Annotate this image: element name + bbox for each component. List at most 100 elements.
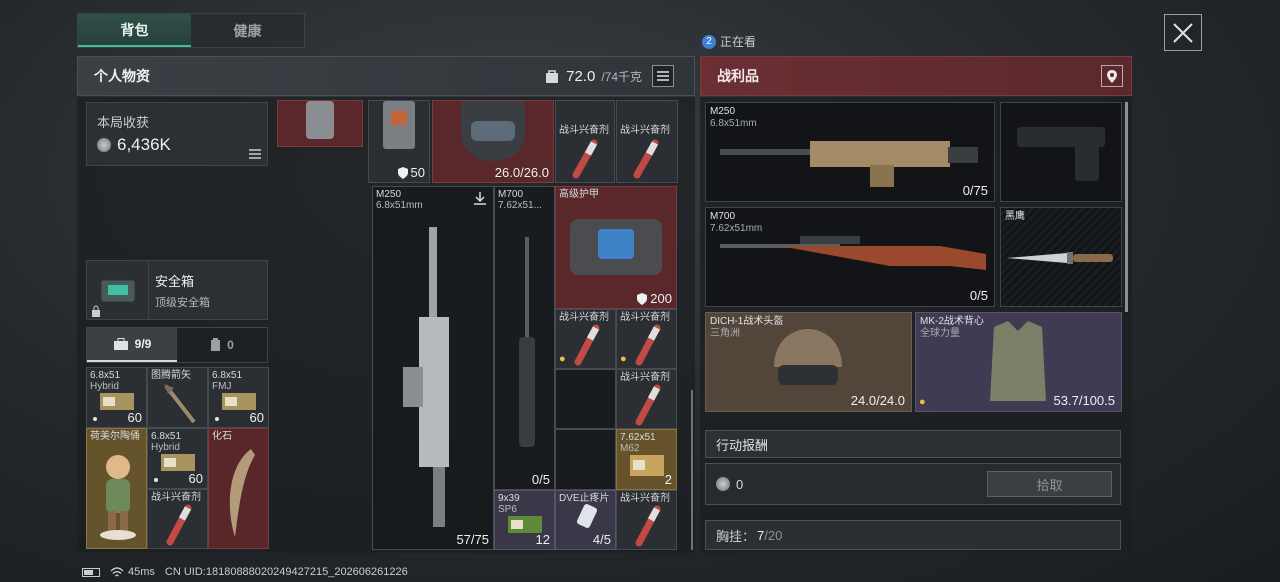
empty-slot[interactable] bbox=[555, 429, 616, 490]
item-count: 2 bbox=[664, 472, 672, 487]
helmet-item[interactable]: 26.0/26.0 bbox=[432, 100, 554, 183]
pocket-item[interactable]: 6.8x51 Hybrid 60 bbox=[86, 367, 147, 428]
loot-m250[interactable]: M250 6.8x51mm 0/75 bbox=[705, 102, 995, 202]
list-view-button[interactable] bbox=[652, 65, 674, 87]
syringe-icon bbox=[635, 384, 661, 426]
harvest-value: 6,436K bbox=[117, 135, 171, 154]
item-name: M700 bbox=[498, 189, 524, 200]
safebox-type: 顶级安全箱 bbox=[155, 296, 210, 309]
m250-item[interactable]: M250 6.8x51mm 57/75 bbox=[372, 186, 494, 550]
item-name: 6.8x51 bbox=[212, 370, 243, 381]
shield-icon bbox=[637, 292, 648, 305]
item-count: 60 bbox=[127, 410, 142, 425]
item-name: 战斗兴奋剂 bbox=[559, 125, 609, 136]
item-ammo-count: 0/5 bbox=[969, 288, 988, 303]
fossil-claw-icon bbox=[229, 449, 255, 537]
chest-rig-row[interactable]: 胸挂： 7 /20 bbox=[705, 520, 1121, 550]
pocket-item[interactable]: 战斗兴奋剂 bbox=[147, 489, 208, 549]
battery-icon bbox=[82, 567, 100, 577]
stim-item[interactable]: 战斗兴奋剂 bbox=[616, 369, 677, 429]
operation-reward-row: 0 拾取 bbox=[705, 463, 1121, 505]
armor-plate-icon bbox=[383, 101, 415, 149]
subtab-canister-label: 0 bbox=[227, 338, 234, 352]
vest-item[interactable] bbox=[277, 100, 363, 147]
loot-dich1-helmet[interactable]: DICH-1战术头盔 三角洲 24.0/24.0 bbox=[705, 312, 912, 412]
stim-item[interactable]: 战斗兴奋剂 bbox=[616, 100, 678, 183]
chest-rig-label: 胸挂： bbox=[716, 528, 756, 544]
item-caliber: 7.62x51... bbox=[498, 200, 542, 211]
operation-reward-header: 行动报酬 bbox=[705, 430, 1121, 458]
list-icon bbox=[657, 71, 669, 81]
pocket-subtabs: 9/9 0 bbox=[86, 327, 268, 363]
subtab-canister[interactable]: 0 bbox=[177, 328, 267, 362]
pickup-button[interactable]: 拾取 bbox=[987, 471, 1112, 497]
stim-item[interactable]: 战斗兴奋剂 bbox=[616, 490, 677, 550]
backpack-armor-item[interactable]: 50 bbox=[368, 100, 430, 183]
empty-slot[interactable] bbox=[555, 369, 616, 429]
top-tabs: 背包 健康 bbox=[77, 13, 305, 48]
loot-scrollbar[interactable] bbox=[1125, 102, 1128, 312]
pocket-item[interactable]: 化石 bbox=[208, 428, 269, 549]
safebox-name: 安全箱 bbox=[155, 273, 195, 289]
armor-value-text: 50 bbox=[410, 165, 425, 180]
item-ammo-count: 0/5 bbox=[531, 472, 550, 487]
pocket-item[interactable]: 6.8x51 FMJ 60 bbox=[208, 367, 269, 428]
stim-item[interactable]: 战斗兴奋剂 bbox=[555, 100, 615, 183]
item-name: 7.62x51 bbox=[620, 432, 656, 443]
ammo-939-item[interactable]: 9x39 SP6 12 bbox=[494, 490, 555, 550]
dve-painkiller-item[interactable]: DVE止疼片 4/5 bbox=[555, 490, 616, 550]
m700-item[interactable]: M700 7.62x51... 0/5 bbox=[494, 186, 555, 490]
watcher-count-badge: 2 bbox=[702, 34, 716, 49]
close-button[interactable] bbox=[1164, 14, 1202, 51]
item-name: 战斗兴奋剂 bbox=[620, 125, 670, 136]
ammo-box-icon bbox=[222, 393, 256, 410]
coin-icon bbox=[97, 138, 111, 152]
item-name: 战斗兴奋剂 bbox=[151, 492, 201, 503]
teammate-marker-icon: ● bbox=[620, 353, 627, 365]
status-dot bbox=[154, 478, 158, 482]
item-name: 战斗兴奋剂 bbox=[620, 372, 670, 383]
wifi-icon bbox=[110, 566, 124, 576]
item-durability: 53.7/100.5 bbox=[1053, 393, 1115, 408]
armor-value: 200 bbox=[637, 291, 672, 306]
tab-health[interactable]: 健康 bbox=[191, 14, 304, 47]
armor-value: 50 bbox=[397, 165, 425, 180]
figurine-icon bbox=[100, 455, 136, 540]
syringe-icon bbox=[166, 504, 192, 546]
subtab-pockets[interactable]: 9/9 bbox=[87, 328, 177, 362]
item-brand: 三角洲 bbox=[710, 328, 740, 339]
item-name: 战斗兴奋剂 bbox=[559, 312, 609, 323]
ping-value: 45ms bbox=[128, 566, 155, 578]
item-name: 图腾箭矢 bbox=[151, 370, 191, 381]
backpack-scrollbar[interactable] bbox=[691, 390, 693, 550]
armor-value-text: 200 bbox=[650, 291, 672, 306]
weight-icon bbox=[546, 70, 559, 83]
syringe-icon bbox=[572, 139, 598, 179]
stim-item[interactable]: 战斗兴奋剂 ● bbox=[616, 309, 677, 369]
item-count: 12 bbox=[535, 532, 550, 547]
close-icon bbox=[1173, 22, 1193, 43]
list-icon[interactable] bbox=[249, 149, 261, 159]
loot-blackhawk-knife[interactable]: 黑鹰 bbox=[1000, 207, 1122, 307]
loot-pistol[interactable] bbox=[1000, 102, 1122, 202]
pocket-item[interactable]: 荷美尔陶俑 bbox=[86, 428, 147, 549]
coin-icon bbox=[716, 477, 730, 491]
canister-icon bbox=[211, 338, 221, 351]
tab-backpack[interactable]: 背包 bbox=[78, 14, 191, 47]
loot-mk2-vest[interactable]: MK-2战术背心 全球力量 ● 53.7/100.5 bbox=[915, 312, 1122, 412]
location-pin-button[interactable] bbox=[1101, 65, 1123, 87]
harvest-value-row: 6,436K bbox=[97, 135, 257, 155]
loot-title: 战利品 bbox=[717, 68, 759, 84]
pocket-item[interactable]: 6.8x51 Hybrid 60 bbox=[147, 428, 208, 489]
pistol-icon bbox=[1017, 127, 1105, 181]
stim-item[interactable]: 战斗兴奋剂 ● bbox=[555, 309, 616, 369]
item-name: 化石 bbox=[212, 431, 232, 442]
safebox-card[interactable]: 安全箱 顶级安全箱 bbox=[86, 260, 268, 320]
pocket-item[interactable]: 图腾箭矢 bbox=[147, 367, 208, 428]
harvest-card: 本局收获 6,436K bbox=[86, 102, 268, 166]
advanced-armor-item[interactable]: 高级护甲 200 bbox=[555, 186, 677, 309]
chest-rig-current: 7 bbox=[757, 527, 765, 543]
ammo-762-item[interactable]: 7.62x51 M62 2 bbox=[616, 429, 677, 490]
loot-m700[interactable]: M700 7.62x51mm 0/5 bbox=[705, 207, 995, 307]
knife-icon bbox=[1007, 252, 1113, 264]
